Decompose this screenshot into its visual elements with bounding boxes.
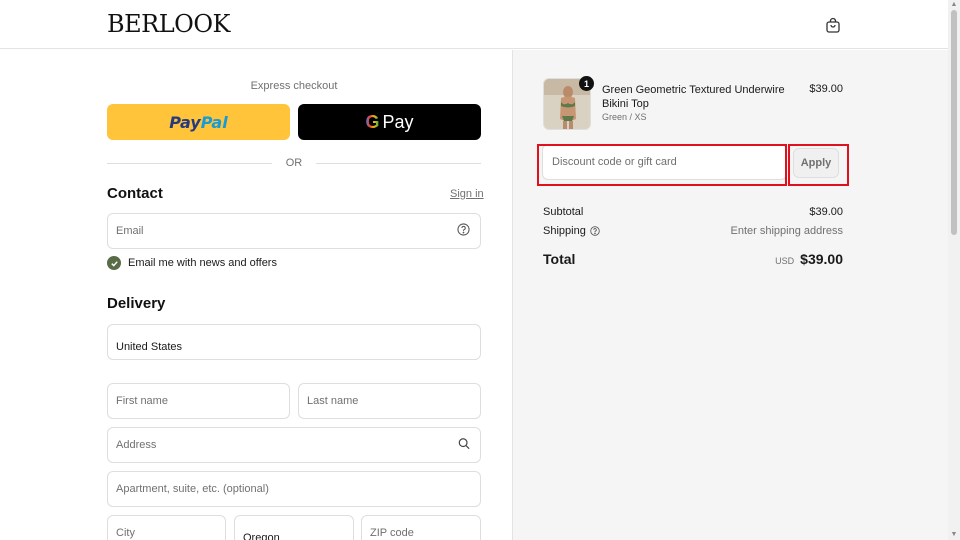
first-name-field[interactable]: First name bbox=[107, 383, 290, 419]
subtotal-row: Subtotal $39.00 bbox=[543, 206, 843, 218]
express-checkout-label: Express checkout bbox=[250, 80, 338, 92]
product-price: $39.00 bbox=[809, 83, 843, 95]
total-amount: $39.00 bbox=[800, 251, 843, 267]
delivery-heading: Delivery bbox=[107, 295, 166, 312]
google-pay-button[interactable]: G Pay bbox=[298, 104, 481, 140]
brand-logo[interactable]: BERLOOK bbox=[107, 10, 230, 38]
scrollbar-thumb[interactable] bbox=[951, 10, 957, 235]
help-circle-icon[interactable] bbox=[590, 226, 600, 236]
help-circle-icon[interactable] bbox=[457, 223, 470, 239]
state-select[interactable]: Oregon bbox=[234, 515, 354, 540]
total-row: Total USD $39.00 bbox=[543, 251, 843, 267]
shipping-row: Shipping Enter shipping address bbox=[543, 225, 843, 237]
scroll-down-arrow-icon[interactable]: ▼ bbox=[948, 530, 960, 540]
currency-code: USD bbox=[775, 256, 795, 266]
apply-discount-button[interactable]: Apply bbox=[793, 148, 839, 178]
city-field[interactable]: City bbox=[107, 515, 226, 540]
order-summary-panel: 1 Green Geometric Textured Underwire Bik… bbox=[512, 50, 948, 540]
paypal-button[interactable]: PayPal bbox=[107, 104, 290, 140]
scroll-up-arrow-icon[interactable]: ▲ bbox=[948, 0, 960, 10]
google-g-icon: G bbox=[365, 111, 380, 132]
checkmark-icon[interactable] bbox=[107, 256, 121, 270]
search-icon bbox=[458, 438, 470, 453]
product-name: Green Geometric Textured Underwire Bikin… bbox=[602, 84, 785, 110]
or-divider: OR bbox=[107, 156, 481, 170]
address-field[interactable]: Address bbox=[107, 427, 481, 463]
zip-code-field[interactable]: ZIP code bbox=[361, 515, 481, 540]
email-field[interactable]: Email bbox=[107, 213, 481, 249]
product-variant: Green / XS bbox=[602, 112, 647, 122]
cart-button[interactable] bbox=[823, 15, 843, 35]
checkout-form-panel: Express checkout PayPal G Pay OR Contact… bbox=[0, 50, 512, 540]
discount-code-input[interactable]: Discount code or gift card bbox=[542, 144, 787, 180]
apartment-field[interactable]: Apartment, suite, etc. (optional) bbox=[107, 471, 481, 507]
contact-heading: Contact bbox=[107, 185, 163, 202]
sign-in-link[interactable]: Sign in bbox=[450, 188, 484, 200]
quantity-badge: 1 bbox=[579, 76, 594, 91]
newsletter-checkbox[interactable]: Email me with news and offers bbox=[107, 256, 277, 270]
google-pay-label: Pay bbox=[382, 111, 414, 132]
last-name-field[interactable]: Last name bbox=[298, 383, 481, 419]
page-scrollbar[interactable]: ▲ ▼ bbox=[948, 0, 960, 540]
site-header: BERLOOK bbox=[0, 0, 948, 49]
country-select[interactable]: United States bbox=[107, 324, 481, 360]
shopping-bag-icon bbox=[826, 17, 840, 33]
paypal-logo: PayPal bbox=[169, 112, 228, 132]
